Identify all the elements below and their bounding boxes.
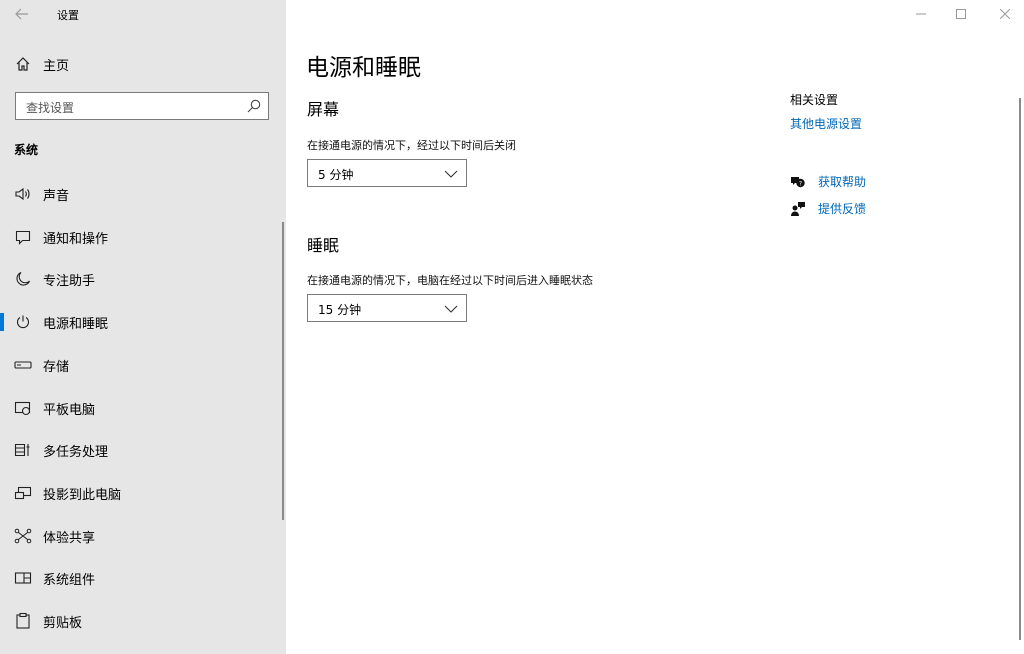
maximize-button[interactable] [944, 2, 978, 26]
sidebar-item-label: 投影到此电脑 [43, 487, 122, 503]
sidebar-item-label: 剪贴板 [43, 615, 83, 631]
power-icon [14, 313, 32, 331]
active-indicator [0, 313, 4, 331]
screen-timeout-dropdown[interactable]: 5 分钟 [307, 159, 467, 187]
related-settings-title: 相关设置 [790, 93, 839, 107]
sidebar-scrollbar[interactable] [282, 222, 284, 520]
dropdown-value: 15 分钟 [318, 303, 362, 317]
sidebar-item-label: 体验共享 [43, 530, 96, 546]
sidebar-item-tablet[interactable]: 平板电脑 [0, 388, 286, 428]
tablet-icon [14, 399, 32, 417]
sleep-section-title: 睡眠 [307, 236, 340, 255]
sidebar-item-power[interactable]: 电源和睡眠 [0, 302, 286, 342]
give-feedback-label: 提供反馈 [818, 202, 867, 216]
sidebar-item-label: 平板电脑 [43, 402, 96, 418]
components-icon [14, 569, 32, 587]
give-feedback-link[interactable]: 提供反馈 [790, 200, 866, 217]
search-icon [246, 98, 262, 114]
sidebar-item-clipboard[interactable]: 剪贴板 [0, 601, 286, 641]
moon-icon [14, 270, 32, 288]
close-icon [1000, 9, 1010, 19]
sidebar-item-label: 电源和睡眠 [43, 316, 109, 332]
sidebar-item-label: 主页 [43, 58, 70, 74]
get-help-label: 获取帮助 [818, 175, 867, 189]
sidebar-item-sound[interactable]: 声音 [0, 174, 286, 214]
sidebar-item-multitasking[interactable]: 多任务处理 [0, 430, 286, 470]
sidebar-item-shared[interactable]: 体验共享 [0, 516, 286, 556]
chevron-down-icon [444, 305, 458, 313]
sleep-timeout-label: 在接通电源的情况下，电脑在经过以下时间后进入睡眠状态 [307, 274, 593, 287]
close-button[interactable] [988, 2, 1022, 26]
window-controls [904, 0, 1024, 30]
page-title: 电源和睡眠 [306, 55, 421, 81]
feedback-icon [790, 201, 806, 217]
speaker-icon [14, 185, 32, 203]
app-title: 设置 [57, 9, 79, 22]
sidebar: 设置 主页 查找设置 系统 声音 通知和操作 专注助手 电源和睡眠 存储 平板电… [0, 0, 286, 654]
storage-icon [14, 356, 32, 374]
sidebar-item-label: 存储 [43, 359, 70, 375]
chevron-down-icon [444, 170, 458, 178]
sidebar-item-components[interactable]: 系统组件 [0, 558, 286, 598]
sleep-timeout-dropdown[interactable]: 15 分钟 [307, 294, 467, 322]
maximize-icon [956, 9, 966, 19]
dropdown-value: 5 分钟 [318, 168, 354, 182]
sidebar-item-label: 专注助手 [43, 273, 96, 289]
search-placeholder: 查找设置 [26, 101, 75, 115]
svg-text:?: ? [799, 180, 802, 187]
sidebar-item-label: 通知和操作 [43, 231, 109, 247]
sidebar-item-label: 声音 [43, 188, 70, 204]
other-power-settings-link[interactable]: 其他电源设置 [790, 115, 862, 132]
search-input[interactable]: 查找设置 [15, 92, 269, 120]
back-button[interactable] [10, 3, 34, 25]
sidebar-item-label: 多任务处理 [43, 444, 109, 460]
get-help-link[interactable]: ? 获取帮助 [790, 173, 866, 190]
project-icon [14, 484, 32, 502]
sidebar-item-label: 系统组件 [43, 572, 96, 588]
screen-section-title: 屏幕 [307, 100, 340, 119]
section-header: 系统 [14, 143, 39, 157]
sidebar-item-notifications[interactable]: 通知和操作 [0, 217, 286, 257]
minimize-icon [916, 13, 926, 15]
sidebar-item-focus[interactable]: 专注助手 [0, 259, 286, 299]
sidebar-item-storage[interactable]: 存储 [0, 345, 286, 385]
screen-timeout-label: 在接通电源的情况下，经过以下时间后关闭 [307, 139, 516, 152]
title-bar: 设置 [0, 0, 286, 30]
sidebar-item-projecting[interactable]: 投影到此电脑 [0, 473, 286, 513]
main-scrollbar[interactable] [1019, 98, 1021, 640]
clipboard-icon [14, 612, 32, 630]
message-icon [14, 228, 32, 246]
back-arrow-icon [15, 8, 28, 20]
share-icon [14, 527, 32, 545]
home-icon [14, 55, 32, 73]
multitask-icon [14, 441, 32, 459]
help-chat-icon: ? [790, 174, 806, 190]
minimize-button[interactable] [904, 2, 938, 26]
sidebar-item-home[interactable]: 主页 [0, 44, 286, 84]
